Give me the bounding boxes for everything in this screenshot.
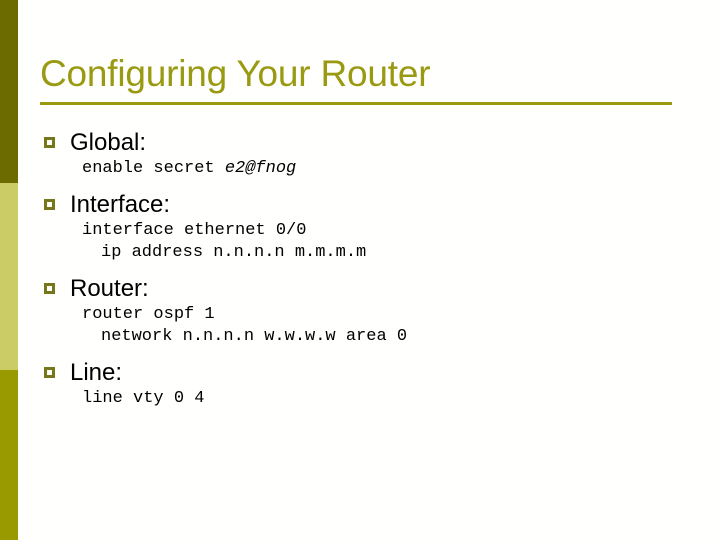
sidebar-band-middle: [0, 183, 18, 370]
bullet-group-global: Global: enable secret e2@fnog: [44, 128, 704, 180]
code-line-line-0: line vty 0 4: [82, 388, 704, 410]
code-line-router-1: network n.n.n.n w.w.w.w area 0: [101, 326, 704, 348]
bullet-item-router: Router:: [44, 274, 704, 304]
bullet-heading-global: Global:: [70, 129, 147, 156]
bullet-item-global: Global:: [44, 128, 704, 158]
slide-body-content: Global: enable secret e2@fnog Interface:…: [44, 128, 704, 410]
bullet-heading-interface: Interface:: [70, 191, 171, 218]
code-line-global-0: enable secret e2@fnog: [82, 158, 704, 180]
code-text-plain: line vty 0 4: [82, 389, 205, 408]
code-text-plain: enable secret: [82, 159, 225, 178]
code-text-plain: ip address n.n.n.n m.m.m.m: [101, 243, 367, 262]
sidebar-band-bottom: [0, 370, 18, 540]
code-line-interface-1: ip address n.n.n.n m.m.m.m: [101, 242, 704, 264]
code-line-router-0: router ospf 1: [82, 304, 704, 326]
hollow-square-bullet-icon: [44, 367, 55, 378]
hollow-square-bullet-icon: [44, 199, 55, 210]
presentation-slide: Configuring Your Router Global: enable s…: [0, 0, 720, 540]
sidebar-band-top: [0, 0, 18, 183]
bullet-item-line: Line:: [44, 358, 704, 388]
code-text-plain: interface ethernet 0/0: [82, 221, 307, 240]
code-text-plain: network n.n.n.n w.w.w.w area 0: [101, 327, 408, 346]
page-title: Configuring Your Router: [40, 53, 431, 94]
slide-sidebar-decoration: [0, 0, 18, 540]
bullet-heading-line: Line:: [70, 359, 123, 386]
bullet-group-interface: Interface: interface ethernet 0/0 ip add…: [44, 190, 704, 264]
bullet-group-line: Line: line vty 0 4: [44, 358, 704, 410]
title-underline-rule: [40, 102, 672, 105]
hollow-square-bullet-icon: [44, 283, 55, 294]
code-line-interface-0: interface ethernet 0/0: [82, 220, 704, 242]
bullet-item-interface: Interface:: [44, 190, 704, 220]
bullet-group-router: Router: router ospf 1 network n.n.n.n w.…: [44, 274, 704, 348]
code-text-plain: router ospf 1: [82, 305, 215, 324]
code-text-italic: e2@fnog: [224, 159, 297, 178]
bullet-heading-router: Router:: [70, 275, 149, 302]
hollow-square-bullet-icon: [44, 137, 55, 148]
slide-title-block: Configuring Your Router: [40, 52, 672, 105]
